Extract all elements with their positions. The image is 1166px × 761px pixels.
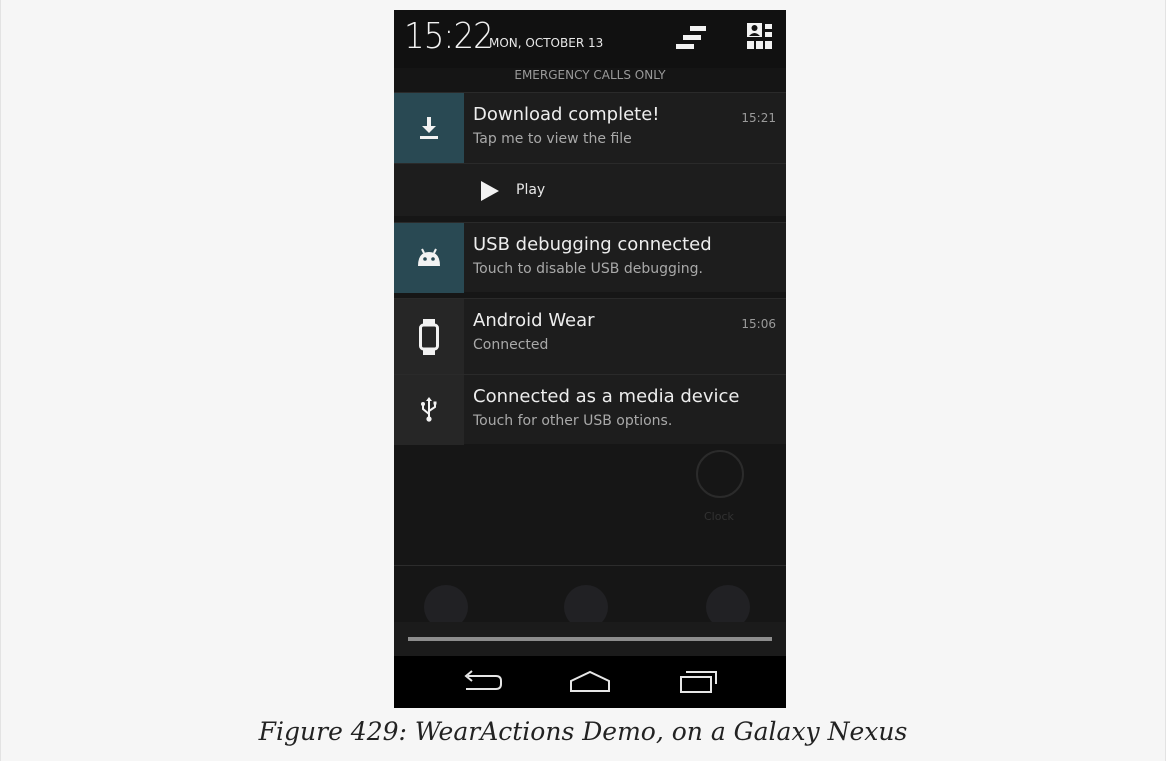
play-action-button[interactable]: Play [394,163,786,215]
clear-all-notifications-icon[interactable] [674,24,708,52]
notification-shade-handle[interactable] [394,622,786,656]
clock-date: MON, OCTOBER 13 [489,36,604,50]
notification-icon-container [394,93,464,163]
notification-title: USB debugging connected [473,234,712,255]
back-icon[interactable] [458,668,506,696]
notification-icon-container [394,299,464,375]
background-dock-divider [394,565,786,566]
background-clock-widget [696,450,744,498]
usb-icon [421,397,437,422]
notification-subtitle: Touch to disable USB debugging. [473,261,703,277]
notification-icon-container [394,375,464,445]
play-action-label: Play [516,182,546,198]
background-clock-label: Clock [704,510,734,523]
notification-android-wear[interactable]: Android Wear Connected 15:06 [394,298,786,375]
recents-icon[interactable] [676,668,724,696]
clock-time: 15:22 [404,16,494,57]
figure-caption: Figure 429: WearActions Demo, on a Galax… [258,717,908,746]
notification-media-device[interactable]: Connected as a media device Touch for ot… [394,374,786,445]
notification-subtitle: Tap me to view the file [473,131,632,147]
notification-subtitle: Connected [473,337,549,353]
home-icon[interactable] [566,668,614,696]
notification-title: Download complete! [473,104,660,125]
quick-settings-icon[interactable] [746,22,774,52]
notification-time: 15:06 [741,317,776,331]
notification-download[interactable]: Download complete! Tap me to view the fi… [394,92,786,216]
android-icon [418,248,440,266]
play-icon [481,181,499,201]
notification-usb-debugging[interactable]: USB debugging connected Touch to disable… [394,222,786,293]
notification-title: Connected as a media device [473,386,740,407]
download-icon [420,117,438,139]
watch-icon [419,319,439,355]
notification-subtitle: Touch for other USB options. [473,413,673,429]
navigation-bar [394,656,786,708]
phone-screen: Clock 15:22 MON, OCTOBER 13 EMERGENCY CA… [394,10,786,708]
notification-icon-container [394,223,464,293]
notification-shade-header: 15:22 MON, OCTOBER 13 [394,10,786,68]
shade-handle-bar [408,637,772,641]
notification-title: Android Wear [473,310,595,331]
notification-time: 15:21 [741,111,776,125]
emergency-calls-label: EMERGENCY CALLS ONLY [394,68,786,92]
